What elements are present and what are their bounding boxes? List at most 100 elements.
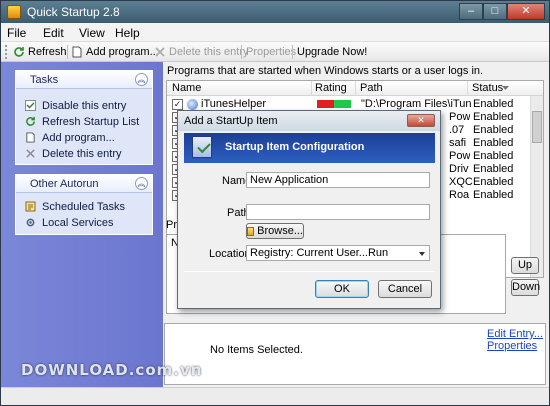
upgrade-button[interactable]: Upgrade Now! — [297, 45, 367, 59]
row-path: Pow — [449, 111, 471, 123]
down-button[interactable]: Down — [511, 279, 540, 296]
task-delete-entry[interactable]: Delete this entry — [16, 146, 152, 162]
refresh-label: Refresh — [28, 46, 67, 58]
path-input[interactable] — [246, 204, 430, 220]
task-add-program[interactable]: Add program... — [16, 130, 152, 146]
location-select[interactable]: Registry: Current User...Run — [246, 245, 430, 261]
close-button[interactable]: ✕ — [507, 3, 545, 20]
dialog-title: Add a StartUp Item — [184, 115, 278, 127]
itunes-icon — [187, 99, 198, 110]
minimize-button[interactable]: – — [459, 3, 483, 20]
tasks-panel-header[interactable]: Tasks ︽ — [16, 71, 152, 89]
menu-file[interactable]: File — [7, 26, 26, 40]
list-header: Name Rating Path Status — [167, 81, 543, 96]
properties-link[interactable]: Properties — [487, 340, 537, 352]
maximize-button[interactable]: □ — [483, 3, 507, 20]
row-path: Roa — [449, 189, 470, 201]
up-button[interactable]: Up — [511, 257, 539, 274]
delete-icon — [155, 47, 165, 57]
tasks-title: Tasks — [30, 74, 59, 86]
menu-view[interactable]: View — [79, 26, 105, 40]
sidebar: Tasks ︽ Disable this entry Refresh Start… — [1, 62, 163, 387]
add-program-label: Add program... — [86, 46, 159, 58]
row-path: Pow — [449, 150, 471, 162]
other-autorun-panel: Other Autorun ︽ Scheduled Tasks Local Se… — [15, 174, 153, 235]
column-status[interactable]: Status — [472, 82, 503, 94]
details-panel: No Items Selected. Edit Entry... Propert… — [164, 323, 546, 385]
chevron-down-icon — [419, 252, 425, 256]
dialog-close-button[interactable]: ✕ — [407, 114, 435, 127]
column-separator — [467, 81, 468, 96]
menu-help[interactable]: Help — [115, 26, 140, 40]
row-status: Enabled — [473, 176, 514, 188]
toolbar-grip[interactable] — [5, 45, 8, 59]
row-status: Enabled — [473, 124, 514, 136]
toolbar-separator — [241, 45, 242, 59]
programs-heading: Programs that are started when Windows s… — [167, 65, 484, 77]
row-status: Enabled — [473, 111, 514, 123]
app-window: Quick Startup 2.8 – □ ✕ File Edit View H… — [0, 0, 550, 406]
checklist-icon — [192, 136, 212, 158]
task-disable-entry[interactable]: Disable this entry — [16, 98, 152, 114]
collapse-icon[interactable]: ︽ — [135, 177, 148, 190]
name-input[interactable] — [246, 172, 430, 188]
delete-icon — [26, 149, 35, 158]
row-path: XQC — [449, 176, 473, 188]
list-scrollbar[interactable] — [530, 96, 543, 277]
watermark: DOWNLOAD.com.vn — [21, 361, 203, 379]
toolbar-separator — [67, 45, 68, 59]
scrollbar-thumb[interactable] — [532, 111, 542, 143]
row-checkbox[interactable]: ✓ — [172, 99, 183, 110]
checkbox-icon — [25, 100, 36, 111]
column-path[interactable]: Path — [360, 82, 383, 94]
add-program-button[interactable]: Add program... — [71, 45, 159, 59]
toolbar-separator — [292, 45, 293, 59]
refresh-icon — [14, 47, 24, 57]
document-icon — [72, 46, 82, 58]
row-status: Enabled — [473, 163, 514, 175]
dialog-banner: Startup Item Configuration — [184, 133, 435, 163]
column-name[interactable]: Name — [172, 82, 201, 94]
row-status: Enabled — [473, 137, 514, 149]
gear-icon — [26, 218, 35, 227]
scheduled-tasks-link[interactable]: Scheduled Tasks — [16, 199, 152, 215]
location-label: Location — [209, 248, 251, 260]
window-title: Quick Startup 2.8 — [27, 5, 120, 19]
menu-edit[interactable]: Edit — [43, 26, 64, 40]
upgrade-label: Upgrade Now! — [297, 46, 368, 58]
dialog-title-bar[interactable]: Add a StartUp Item ✕ — [178, 111, 440, 131]
collapse-icon[interactable]: ︽ — [135, 73, 148, 86]
browse-button[interactable]: Browse... — [246, 223, 304, 239]
row-path: safi — [449, 137, 467, 149]
toolbar: Refresh Add program... Delete this entry… — [1, 42, 549, 62]
cancel-button[interactable]: Cancel — [378, 280, 432, 298]
row-path: .07 — [449, 124, 465, 136]
refresh-icon — [26, 116, 35, 126]
app-icon — [7, 5, 21, 19]
properties-label: Properties — [246, 46, 297, 58]
row-status: Enabled — [473, 150, 514, 162]
properties-button[interactable]: Properties — [246, 45, 296, 59]
folder-icon — [247, 226, 255, 236]
refresh-button[interactable]: Refresh — [13, 45, 67, 59]
row-path: Driv — [449, 163, 469, 175]
no-items-text: No Items Selected. — [210, 344, 303, 356]
column-rating[interactable]: Rating — [315, 82, 347, 94]
delete-entry-button[interactable]: Delete this entry — [154, 45, 248, 59]
ok-button[interactable]: OK — [315, 280, 369, 298]
title-bar[interactable]: Quick Startup 2.8 – □ ✕ — [1, 1, 549, 23]
dialog-banner-title: Startup Item Configuration — [225, 141, 365, 153]
row-status: Enabled — [473, 98, 514, 110]
edit-entry-link[interactable]: Edit Entry... — [487, 328, 543, 340]
clipboard-icon — [25, 201, 36, 212]
status-bar — [1, 387, 549, 405]
tasks-panel: Tasks ︽ Disable this entry Refresh Start… — [15, 70, 153, 165]
rating-bar — [317, 100, 351, 108]
column-separator — [355, 81, 356, 96]
other-autorun-header[interactable]: Other Autorun ︽ — [16, 175, 152, 193]
dialog-divider — [184, 271, 435, 272]
sort-arrow-icon — [502, 86, 509, 90]
menu-bar: File Edit View Help — [1, 23, 549, 42]
local-services-link[interactable]: Local Services — [16, 215, 152, 231]
task-refresh-list[interactable]: Refresh Startup List — [16, 114, 152, 130]
